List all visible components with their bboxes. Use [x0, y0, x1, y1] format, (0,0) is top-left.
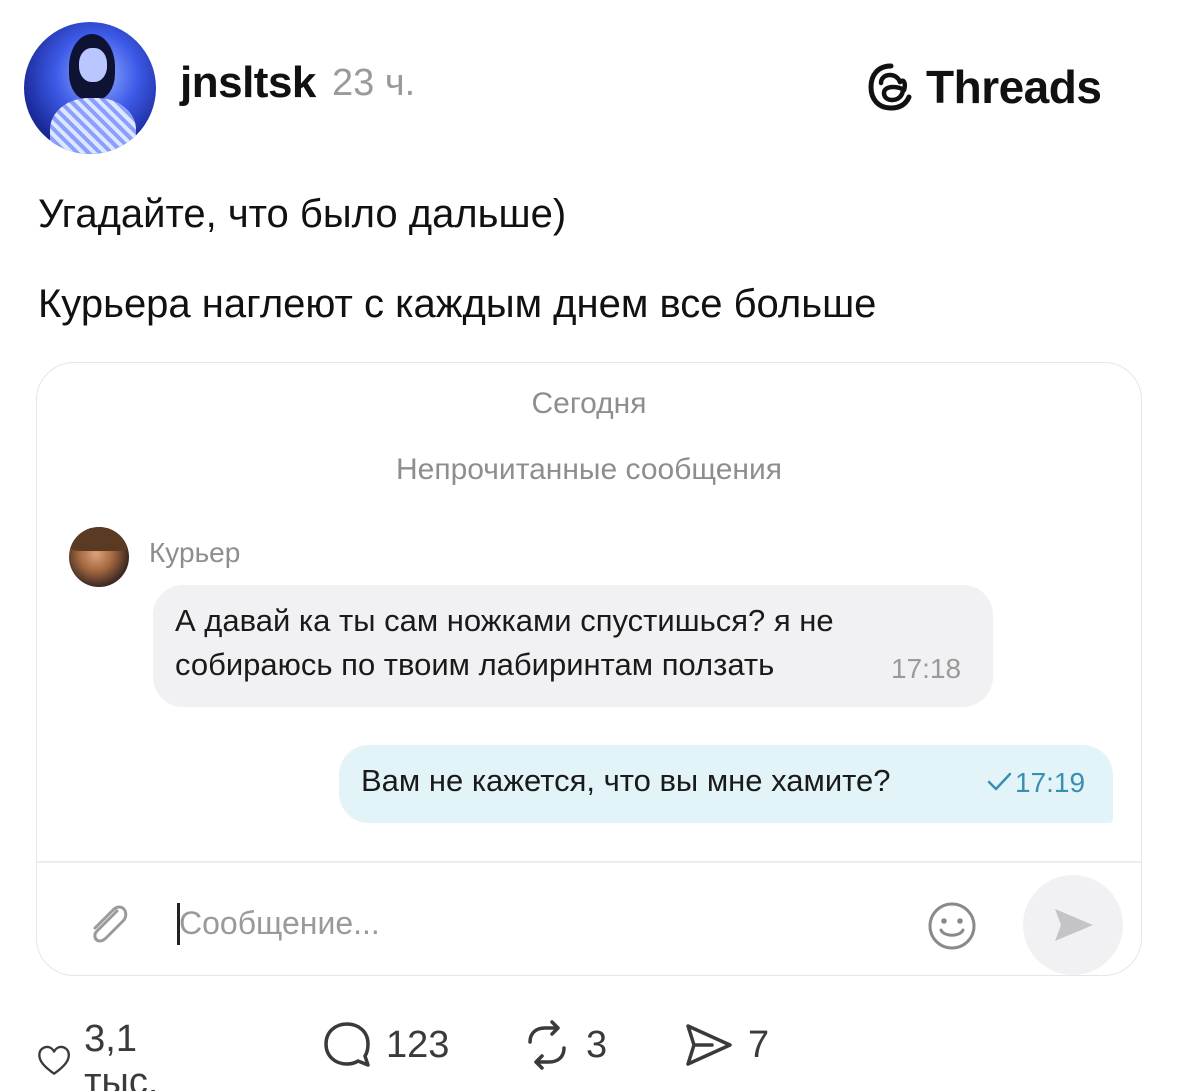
message-input[interactable]: Сообщение...: [179, 905, 380, 942]
outgoing-message-time: 17:19: [1015, 767, 1086, 798]
post-time: 23 ч.: [332, 62, 416, 104]
send-arrow-icon: [1055, 909, 1093, 941]
chat-screenshot: Сегодня Непрочитанные сообщения Курьер А…: [36, 362, 1142, 976]
repost-button[interactable]: 3: [520, 1018, 607, 1072]
paperclip-icon[interactable]: [81, 897, 135, 951]
share-button[interactable]: 7: [682, 1018, 769, 1072]
post-text-line-2: Курьера наглеют с каждым днем все больше: [38, 282, 877, 326]
comment-button[interactable]: 123: [320, 1018, 449, 1072]
username[interactable]: jnsltsk: [180, 58, 316, 108]
courier-avatar-hair: [69, 527, 129, 551]
outgoing-message-text: Вам не кажется, что вы мне хамите?: [361, 763, 891, 798]
courier-avatar: [69, 527, 129, 587]
repost-count: 3: [586, 1023, 608, 1066]
post-text-line-1: Угадайте, что было дальше): [38, 192, 567, 236]
speech-bubble-icon: [324, 1022, 370, 1067]
share-count: 7: [748, 1023, 770, 1066]
repost-arrows-icon: [528, 1020, 566, 1070]
threads-brand: Threads: [866, 60, 1102, 114]
incoming-message: А давай ка ты сам ножками спустишься? я …: [153, 585, 993, 707]
heart-icon: [38, 1045, 70, 1075]
incoming-message-line-1: А давай ка ты сам ножками спустишься? я …: [175, 603, 834, 638]
comment-count: 123: [386, 1023, 450, 1066]
incoming-message-line-2: собираюсь по твоим лабиринтам ползать: [175, 647, 775, 682]
unread-separator: Непрочитанные сообщения: [396, 453, 782, 486]
send-button[interactable]: [1023, 875, 1123, 975]
smiley-icon[interactable]: [925, 899, 979, 953]
threads-logo-icon: [868, 63, 912, 111]
input-divider: [37, 861, 1141, 863]
incoming-message-time: 17:18: [891, 653, 962, 684]
date-separator: Сегодня: [531, 387, 647, 420]
like-count: 3,1 тыс.: [84, 1018, 159, 1091]
like-button[interactable]: 3,1 тыс.: [36, 1018, 176, 1091]
brand-name: Threads: [926, 61, 1102, 113]
avatar-face: [79, 48, 107, 82]
profile-avatar[interactable]: [24, 22, 156, 154]
avatar-body: [50, 98, 136, 154]
sender-name: Курьер: [149, 537, 241, 568]
share-arrow-icon: [686, 1024, 732, 1066]
outgoing-message: Вам не кажется, что вы мне хамите? 17:19: [339, 745, 1113, 823]
check-icon: [987, 772, 1012, 791]
